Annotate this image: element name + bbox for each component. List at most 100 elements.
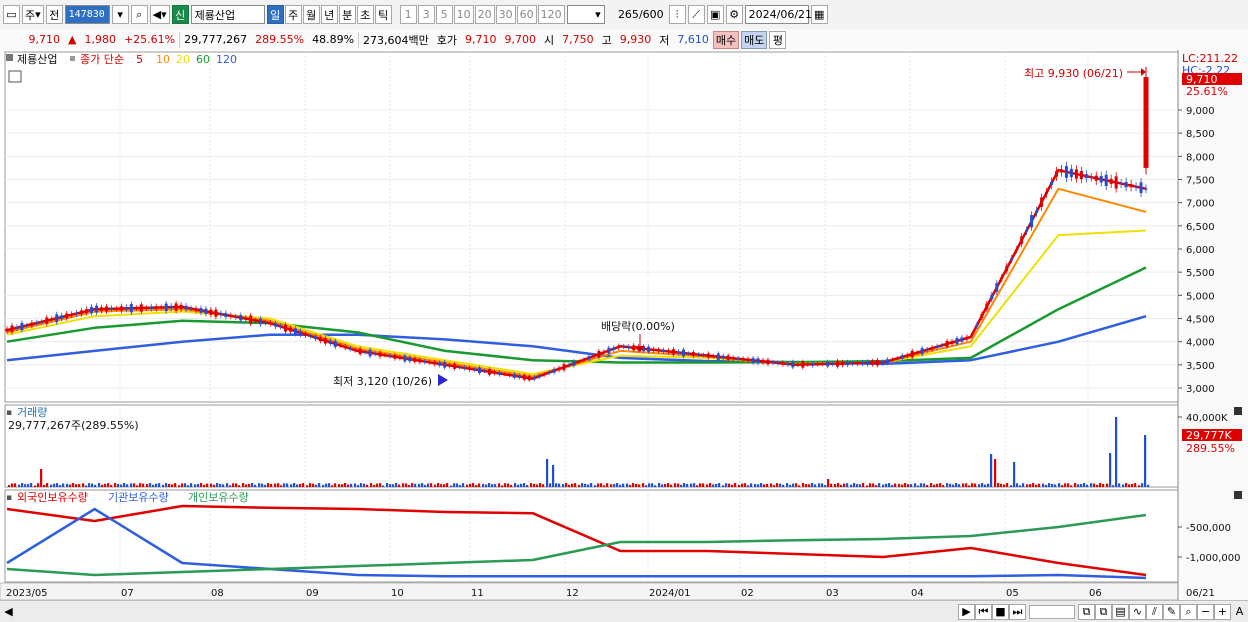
volume-bar <box>702 483 705 487</box>
horizontal-scrollbar[interactable] <box>17 605 958 618</box>
gear-icon[interactable]: ⚙ <box>725 5 743 24</box>
candle-type-icon[interactable]: ⫶ <box>668 5 686 24</box>
volume-bar <box>168 483 171 487</box>
compare-icon[interactable]: ⫽ <box>1146 603 1163 620</box>
volume-bar <box>414 483 417 487</box>
volume-bar <box>878 483 881 487</box>
volume-bar <box>174 483 177 487</box>
candle-body <box>433 361 437 365</box>
period-button[interactable]: 일 <box>266 5 284 24</box>
buy-button[interactable]: 매수 <box>712 30 740 49</box>
line-tool-icon[interactable]: ⟋ <box>687 5 705 24</box>
volume-bar <box>136 485 139 487</box>
stock-name-field[interactable]: 제룡산업 <box>190 5 265 24</box>
x-axis-tick: 12 <box>566 588 579 599</box>
avg-button[interactable]: 평 <box>769 30 787 49</box>
volume-bar <box>690 483 693 487</box>
candle-body <box>1119 183 1123 185</box>
volume-bar <box>91 483 94 487</box>
code-dropdown-icon[interactable]: ▾ <box>111 5 129 24</box>
volume-bar <box>606 483 609 487</box>
zoom-out-icon[interactable]: − <box>1197 603 1214 620</box>
candle-body <box>134 307 138 309</box>
grid-icon[interactable]: ▤ <box>1112 603 1129 620</box>
volume-bar <box>328 483 331 487</box>
volume-bar <box>712 484 715 487</box>
volume-bar <box>1010 485 1013 487</box>
search-icon[interactable]: ⌕ <box>130 5 148 24</box>
volume-bar <box>603 485 606 487</box>
period-button[interactable]: 월 <box>302 5 320 24</box>
volume-bar <box>242 483 245 487</box>
interval-button[interactable]: 5 <box>435 5 453 24</box>
legend-ma-period: 5 <box>136 53 143 66</box>
window-cascade-icon[interactable]: ⧉ <box>1095 603 1112 620</box>
magnifier-icon[interactable]: ⌕ <box>1180 603 1197 620</box>
period-button[interactable]: 주 <box>284 5 302 24</box>
interval-button[interactable]: 120 <box>537 5 565 24</box>
volume-bar <box>837 483 840 487</box>
period-button[interactable]: 틱 <box>374 5 392 24</box>
interval-button[interactable]: 30 <box>495 5 516 24</box>
interval-button[interactable]: 3 <box>417 5 435 24</box>
stock-chart[interactable]: 2023/05 07 08 09 10 11 12 2024/01 02 03 04 05 06 06/2… <box>0 50 1248 600</box>
open-price: 7,750 <box>562 33 594 46</box>
scroll-right-icon[interactable]: ▶ <box>958 603 975 620</box>
volume-bar <box>197 484 200 487</box>
indicator-icon[interactable]: ∿ <box>1129 603 1146 620</box>
candle-body <box>1094 175 1098 181</box>
volume-bar <box>942 485 945 487</box>
prev-button[interactable]: 전 <box>45 5 63 24</box>
candle-body <box>696 354 700 356</box>
price-y-tick: 6,500 <box>1186 222 1215 233</box>
price-change-pct: +25.61% <box>123 33 176 46</box>
volume-bar <box>405 483 408 487</box>
legend-ma-swatch <box>70 56 75 61</box>
volume-bar <box>830 483 833 487</box>
last-page-icon[interactable]: ⏭ <box>1009 603 1026 620</box>
period-button[interactable]: 분 <box>338 5 356 24</box>
candle-body <box>383 355 387 357</box>
candle-body <box>841 361 845 366</box>
candle-body <box>925 349 929 351</box>
volume-bar <box>1090 483 1093 487</box>
date-input[interactable]: 2024/06/21 <box>744 5 812 24</box>
volume-panel-bullet: ▪ <box>6 408 12 418</box>
save-icon[interactable]: ▣ <box>706 5 724 24</box>
stock-code-input[interactable]: 147830 <box>64 5 110 24</box>
custom-interval-input[interactable]: ▾ <box>566 5 605 24</box>
interval-button[interactable]: 20 <box>474 5 495 24</box>
scroll-left-icon[interactable]: ◀ <box>0 604 17 620</box>
first-page-icon[interactable]: ⏮ <box>975 603 992 620</box>
font-size-icon[interactable]: A <box>1231 604 1248 620</box>
zoom-in-icon[interactable]: + <box>1214 603 1231 620</box>
draw-icon[interactable]: ✎ <box>1163 603 1180 620</box>
window-tile-icon[interactable]: ⧉ <box>1078 603 1095 620</box>
period-button[interactable]: 년 <box>320 5 338 24</box>
speaker-icon[interactable]: ◀▾ <box>149 5 170 24</box>
volume-bar <box>366 484 369 487</box>
volume-bar <box>69 484 72 487</box>
calendar-icon[interactable]: ▦ <box>810 5 828 24</box>
candle-body <box>239 315 243 321</box>
price-y-tick: 8,500 <box>1186 129 1215 140</box>
candle-body <box>75 312 79 315</box>
interval-button[interactable]: 10 <box>453 5 474 24</box>
x-axis-tick: 2024/01 <box>649 588 691 599</box>
interval-button[interactable]: 1 <box>399 5 417 24</box>
volume-bar <box>664 484 667 487</box>
period-button[interactable]: 초 <box>356 5 374 24</box>
market-select[interactable]: 주 ▾ <box>22 5 44 24</box>
sell-button[interactable]: 매도 <box>741 30 768 49</box>
chart-navigation-bar: ◀ ▶ ⏮ ■ ⏭ ⧉ ⧉ ▤ ∿ ⫽ ✎ ⌕ − + A <box>0 600 1248 622</box>
volume-bar <box>699 483 702 487</box>
layout-icon[interactable]: ▭ <box>3 5 20 24</box>
candle-body <box>333 340 337 347</box>
interval-button[interactable]: 60 <box>516 5 537 24</box>
candle-body <box>592 355 596 357</box>
volume-bar <box>987 483 990 487</box>
candle-body <box>259 318 263 325</box>
volume-bar <box>850 484 853 487</box>
zoom-slider[interactable] <box>1029 604 1075 619</box>
stop-icon[interactable]: ■ <box>992 603 1009 620</box>
